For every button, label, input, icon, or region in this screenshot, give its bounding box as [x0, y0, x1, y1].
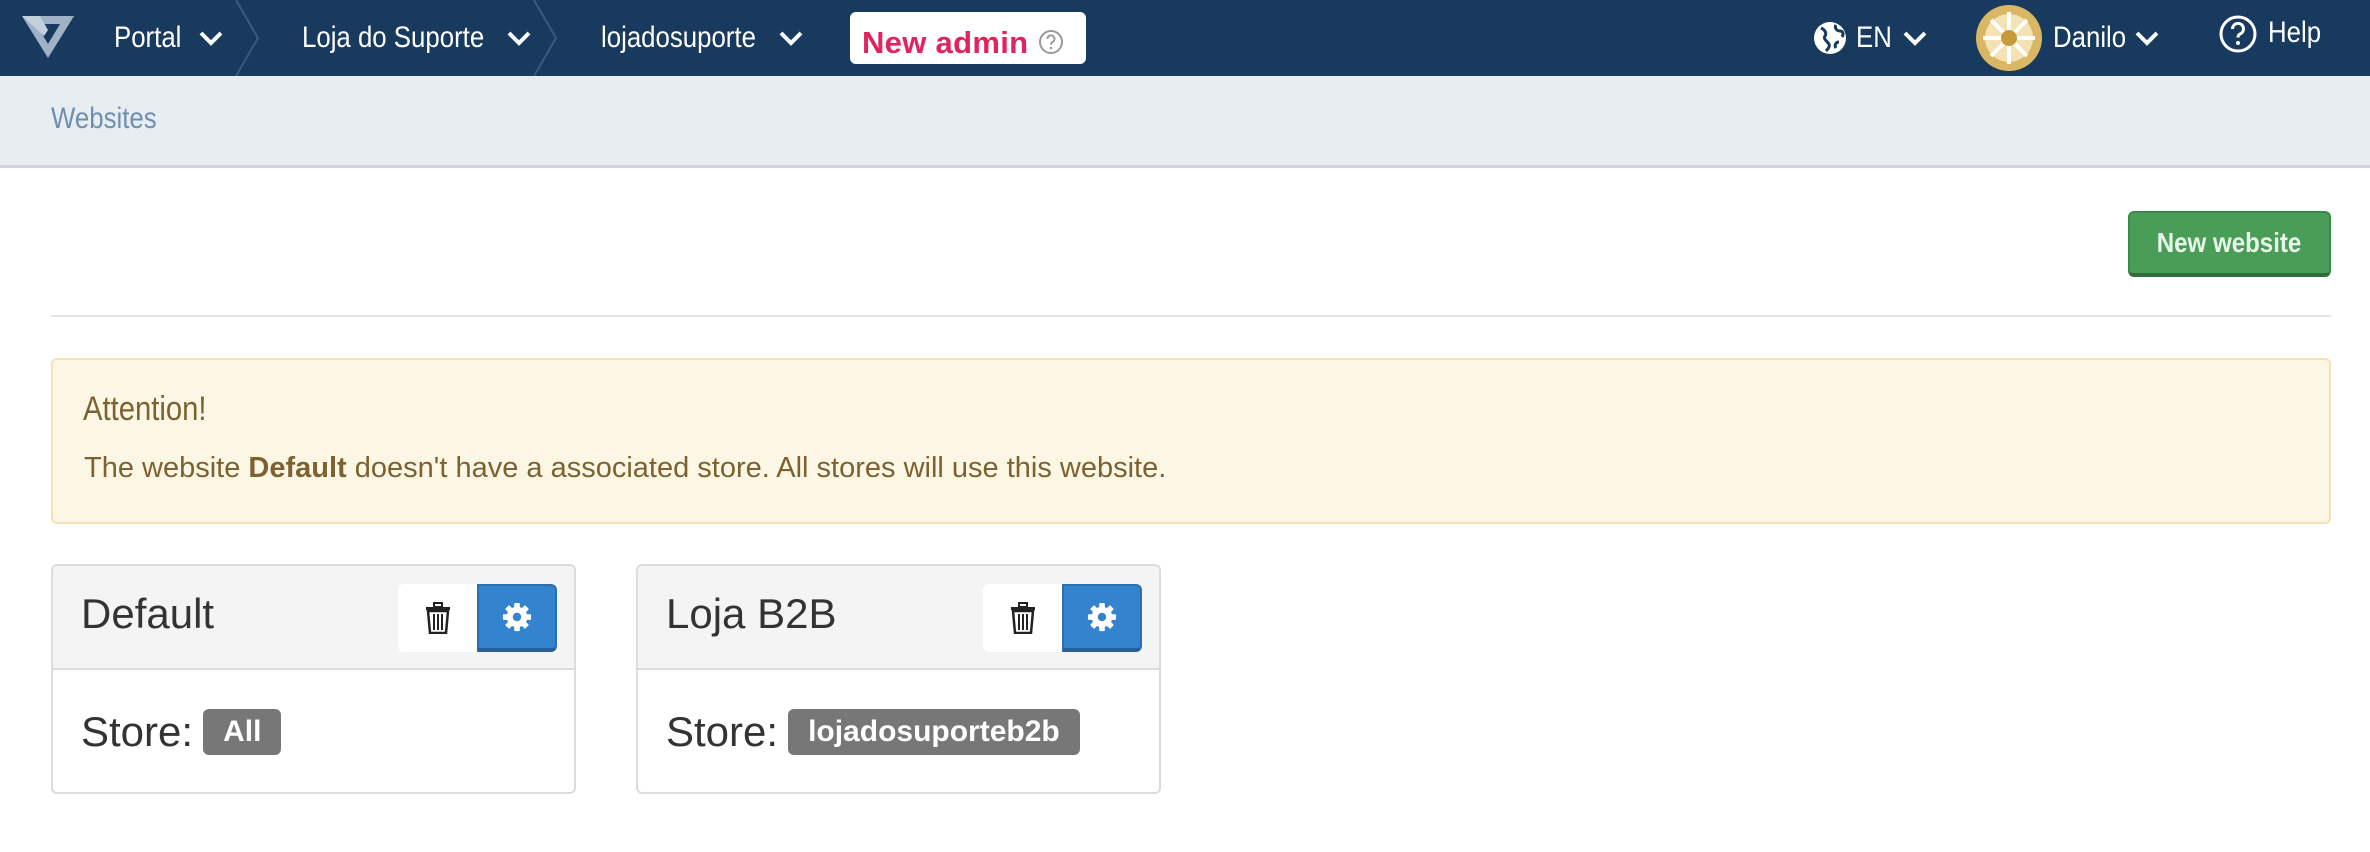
store-badge: lojadosuporteb2b	[788, 709, 1080, 755]
user-menu[interactable]: Danilo	[1975, 0, 2162, 76]
breadcrumb: Websites	[0, 76, 2370, 168]
trash-icon	[1011, 602, 1035, 634]
website-card: Loja B2B Store: lojadosuporteb2b	[636, 564, 1161, 794]
website-card-header: Default	[53, 566, 574, 670]
alert-message-website: Default	[248, 452, 347, 484]
breadcrumb-separator	[533, 0, 558, 76]
alert-message-end: doesn't have a associated store. All sto…	[346, 452, 1167, 484]
help-label: Help	[2268, 16, 2322, 49]
globe-icon	[1814, 22, 1846, 54]
avatar	[1976, 5, 2042, 71]
user-label: Danilo	[2053, 21, 2127, 54]
divider	[51, 315, 2331, 317]
gear-icon	[502, 602, 532, 632]
website-name: Loja B2B	[666, 590, 837, 637]
store-label: Store:	[666, 708, 779, 755]
help-link[interactable]: Help	[2218, 0, 2330, 76]
breadcrumb-websites[interactable]: Websites	[51, 102, 157, 136]
website-card-body: Store: All	[81, 708, 282, 756]
website-settings-button[interactable]	[1062, 584, 1142, 652]
new-admin-label: New admin	[862, 25, 1029, 60]
store-menu[interactable]: Loja do Suporte	[302, 0, 534, 76]
new-website-label: New website	[2157, 227, 2302, 258]
vtex-logo-icon[interactable]	[18, 10, 78, 62]
website-name: Default	[81, 590, 215, 637]
question-circle-icon	[2219, 15, 2257, 53]
account-menu[interactable]: lojadosuporte	[601, 0, 806, 76]
website-card-header: Loja B2B	[638, 566, 1159, 670]
delete-website-button[interactable]	[398, 584, 478, 652]
attention-alert: Attention! The website Default doesn't h…	[51, 358, 2331, 524]
new-admin-button[interactable]: New admin	[850, 12, 1086, 64]
trash-icon	[426, 602, 450, 634]
portal-menu[interactable]: Portal	[114, 0, 226, 76]
store-badge: All	[203, 709, 282, 755]
account-label: lojadosuporte	[601, 21, 756, 54]
store-label: Store:	[81, 708, 194, 755]
chevron-down-icon	[199, 31, 223, 46]
top-navbar: Portal Loja do Suporte lojadosuporte New…	[0, 0, 2370, 76]
chevron-down-icon	[1903, 31, 1927, 46]
question-circle-icon[interactable]	[1038, 29, 1064, 55]
chevron-down-icon	[779, 31, 803, 46]
breadcrumb-separator	[235, 0, 260, 76]
alert-message-start: The website	[84, 452, 249, 484]
new-website-button[interactable]: New website	[2128, 211, 2331, 277]
store-label: Loja do Suporte	[302, 21, 485, 54]
gear-icon	[1087, 602, 1117, 632]
portal-label: Portal	[114, 21, 182, 54]
language-label: EN	[1856, 21, 1892, 54]
website-settings-button[interactable]	[477, 584, 557, 652]
chevron-down-icon	[2135, 31, 2159, 46]
alert-message: The website Default doesn't have a assoc…	[84, 452, 1166, 485]
language-menu[interactable]: EN	[1812, 0, 1930, 76]
alert-title: Attention!	[83, 390, 207, 428]
website-card: Default Store: All	[51, 564, 576, 794]
website-card-body: Store: lojadosuporteb2b	[666, 708, 1080, 756]
delete-website-button[interactable]	[983, 584, 1063, 652]
